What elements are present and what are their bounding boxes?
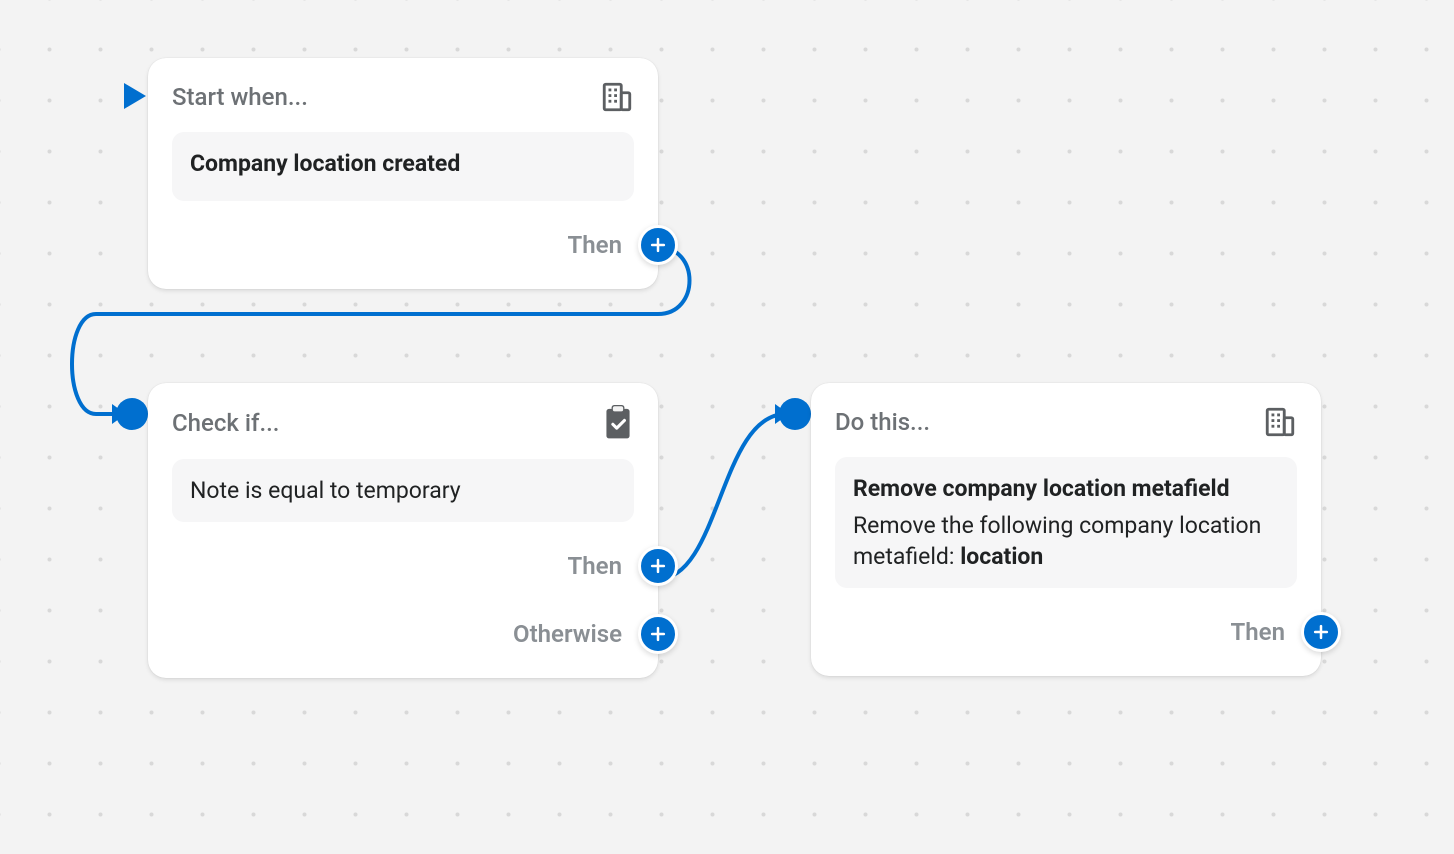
card-body: Remove company location metafield Remove…: [835, 457, 1297, 588]
add-then-button[interactable]: [1301, 612, 1341, 652]
card-header: Start when...: [172, 80, 634, 114]
card-header: Check if...: [172, 405, 634, 441]
card-header: Do this...: [835, 405, 1297, 439]
workflow-node-condition[interactable]: Check if... Note is equal to temporary T…: [148, 383, 658, 678]
workflow-node-start[interactable]: Start when... Company location created T…: [148, 58, 658, 289]
workflow-node-action[interactable]: Do this... Remove company location metaf…: [811, 383, 1321, 676]
building-icon: [1263, 405, 1297, 439]
check-entry-dot: [116, 398, 148, 430]
card-body: Company location created: [172, 132, 634, 201]
add-then-button[interactable]: [638, 225, 678, 265]
clipboard-check-icon: [602, 405, 634, 441]
action-subtitle-bold: location: [960, 543, 1043, 570]
card-header-label: Do this...: [835, 408, 930, 436]
then-label: Then: [568, 231, 622, 259]
action-subtitle-text: Remove the following company location me…: [853, 512, 1261, 570]
action-entry-dot: [779, 398, 811, 430]
building-icon: [600, 80, 634, 114]
action-subtitle: Remove the following company location me…: [853, 510, 1279, 572]
add-otherwise-button[interactable]: [638, 614, 678, 654]
then-label: Then: [1231, 618, 1285, 646]
otherwise-label: Otherwise: [513, 620, 622, 648]
trigger-name: Company location created: [190, 148, 616, 179]
then-label: Then: [568, 552, 622, 580]
card-header-label: Start when...: [172, 83, 308, 111]
card-header-label: Check if...: [172, 409, 279, 437]
add-then-button[interactable]: [638, 546, 678, 586]
start-entry-marker: [119, 80, 151, 112]
card-body: Note is equal to temporary: [172, 459, 634, 522]
workflow-canvas[interactable]: Start when... Company location created T…: [0, 0, 1454, 854]
action-title: Remove company location metafield: [853, 473, 1279, 504]
condition-text: Note is equal to temporary: [190, 475, 616, 506]
